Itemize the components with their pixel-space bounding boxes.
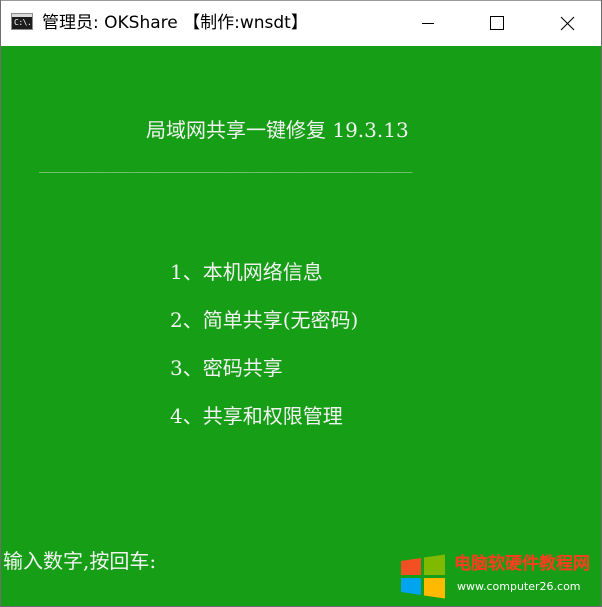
windows-logo-icon <box>401 554 445 599</box>
menu-item-simple-share: 2、简单共享(无密码) <box>170 308 359 332</box>
minimize-button[interactable] <box>405 1 451 45</box>
console-icon[interactable]: C:\. <box>11 13 33 30</box>
menu-list: 1、本机网络信息 2、简单共享(无密码) 3、密码共享 4、共享和权限管理 <box>170 258 358 450</box>
watermark-title: 电脑软硬件教程网 <box>454 554 590 574</box>
input-prompt[interactable]: 输入数字,按回车: <box>3 547 156 575</box>
menu-item-password-share: 3、密码共享 <box>170 356 283 380</box>
console-window: C:\. 管理员: OKShare 【制作:wnsdt】 局域网共享一键修复 1… <box>0 0 602 607</box>
menu-item-permissions: 4、共享和权限管理 <box>170 404 343 428</box>
banner-title: 局域网共享一键修复 19.3.13 <box>146 118 409 142</box>
watermark-url: www.computer26.com <box>457 580 581 593</box>
menu-item-network-info: 1、本机网络信息 <box>170 260 323 284</box>
close-button[interactable] <box>544 1 590 45</box>
console-icon-bar <box>12 14 32 17</box>
close-icon <box>560 16 575 31</box>
watermark: 电脑软硬件教程网 www.computer26.com <box>399 551 601 606</box>
title-bar[interactable]: C:\. 管理员: OKShare 【制作:wnsdt】 <box>1 0 601 46</box>
maximize-icon <box>490 16 504 30</box>
divider-line: ________________________________________… <box>39 162 413 173</box>
console-icon-label: C:\. <box>14 18 32 27</box>
minimize-icon <box>422 23 434 24</box>
window-title: 管理员: OKShare 【制作:wnsdt】 <box>42 13 308 33</box>
maximize-button[interactable] <box>473 1 519 45</box>
console-output[interactable]: 局域网共享一键修复 19.3.13 ______________________… <box>1 46 601 606</box>
